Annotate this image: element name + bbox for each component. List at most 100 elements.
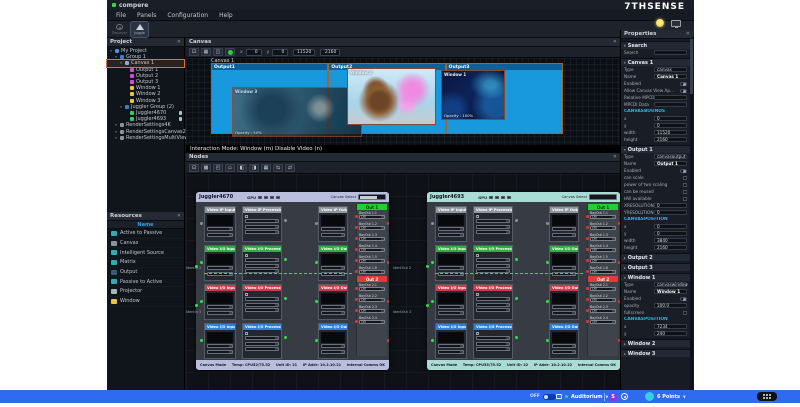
property-field[interactable]: 2160 [654,245,687,250]
property-field[interactable]: 0 [654,203,687,208]
bay-output-dropdown[interactable]: Off [359,215,385,219]
checkbox[interactable] [683,197,687,201]
node-card[interactable]: Video I/O Input [204,323,236,359]
node-card[interactable]: Video I/O Output [549,323,579,359]
dropdown[interactable] [245,342,279,346]
dropdown[interactable] [476,225,510,229]
toggle-switch[interactable] [680,297,687,301]
nodes-panel-tab[interactable]: Nodes ✕ [186,153,620,162]
dropdown[interactable] [245,297,279,301]
property-field[interactable]: Canvas 1 [654,74,687,79]
swap-horizontal-icon[interactable]: ⇆ [273,164,283,172]
resources-name-column-header[interactable]: Name [107,221,184,229]
property-label[interactable]: CANVASBOUNDS [624,109,687,114]
big-grid-icon[interactable]: ▦ [261,164,271,172]
node-card[interactable]: Video I/O Input [435,245,467,281]
project-panel-tab[interactable]: Project ✕ [107,38,184,47]
checkbox[interactable] [476,332,479,335]
contrast-left-icon[interactable]: ◧ [237,164,247,172]
node-card[interactable]: Video I/O Input [204,284,236,320]
small-grid-icon[interactable]: ▫ [225,164,235,172]
dropdown[interactable] [245,225,279,229]
property-section-window-1[interactable]: ▾Window 1 [621,273,690,281]
expander-icon[interactable]: ▾ [119,61,123,65]
toggle-switch[interactable] [680,169,687,173]
property-field[interactable]: 0 [654,224,687,229]
expander-icon[interactable]: ▸ [624,342,626,346]
taskbar-location-group[interactable]: Auditorium ▼ [556,390,608,403]
canvas-select-dropdown[interactable] [358,194,386,200]
dropdown[interactable] [552,266,576,270]
dropdown[interactable] [207,311,233,315]
canvas-window-1[interactable]: Window 1Opacity : 100% [441,70,505,120]
bay-output-dropdown[interactable]: Off [359,320,385,324]
dropdown[interactable] [438,266,464,270]
property-section-output-1[interactable]: ▾Output 1 [621,145,690,153]
property-section-output-2[interactable]: ▸Output 2 [621,253,690,261]
dropdown[interactable] [552,350,576,354]
live-status-icon[interactable] [225,48,235,56]
stream-toggle[interactable] [543,394,556,400]
node-card[interactable]: Video IP Output [318,206,348,242]
toggle-switch[interactable] [680,82,687,86]
checkbox[interactable] [245,332,248,335]
node-card[interactable]: Video IP Input [204,206,236,242]
node-card[interactable]: Video I/O Output [318,284,348,320]
node-card[interactable]: Video IP Input [435,206,467,242]
dropdown[interactable] [245,230,279,234]
resource-item-projector[interactable]: Projector [107,287,184,297]
bay-output-dropdown[interactable]: Off [590,226,616,230]
dropdown[interactable] [552,311,576,315]
dropdown[interactable] [207,233,233,237]
node-card[interactable]: Video I/O Output [549,284,579,320]
dropdown[interactable] [438,305,464,309]
node-card[interactable]: Video I/O Processing [242,245,282,281]
property-field[interactable] [654,50,687,55]
canvas-select-dropdown[interactable] [589,194,617,200]
expander-icon[interactable]: ▾ [114,55,118,59]
checkbox[interactable] [683,311,687,315]
menu-item-configuration[interactable]: Configuration [167,12,208,19]
dropdown[interactable] [245,347,279,351]
property-field[interactable]: 240 [654,331,687,336]
dropdown[interactable] [552,233,576,237]
dropdown[interactable] [321,305,345,309]
property-section-canvas-1[interactable]: ▾Canvas 1 [621,58,690,66]
checkbox[interactable] [476,215,479,218]
expander-icon[interactable]: ▸ [624,352,626,356]
bay-output-dropdown[interactable]: Off [359,298,385,302]
canvas-x-field[interactable]: 0 [246,49,262,56]
dropdown[interactable] [476,347,510,351]
node-card[interactable]: Video I/O Processing [242,284,282,320]
dropdown[interactable] [207,350,233,354]
dropdown[interactable] [476,219,510,223]
nodes-viewport[interactable]: Juggler4670GPUCanvas SelectVideo IP Inpu… [186,174,620,390]
dropdown[interactable] [438,227,464,231]
resource-item-intelligent-source[interactable]: Intelligent Source [107,248,184,258]
property-field[interactable]: 2160 [654,137,687,142]
node-card[interactable]: Video I/O Processing [473,323,513,359]
checkbox[interactable] [683,176,687,180]
bay-output-dropdown[interactable]: Off [590,309,616,313]
menu-item-file[interactable]: File [116,12,126,19]
resource-item-passive-to-active[interactable]: Passive to Active [107,277,184,287]
node-card[interactable]: Video I/O Output [549,245,579,281]
dropdown[interactable] [552,227,576,231]
color-channels-icon[interactable]: ▩ [201,164,211,172]
property-field[interactable]: Output 1 [654,161,687,166]
property-field[interactable]: 0 [654,210,687,215]
checkbox[interactable] [245,254,248,257]
grid-layout-icon[interactable]: ▦ [201,48,211,56]
dropdown[interactable] [321,311,345,315]
dropdown[interactable] [207,266,233,270]
expander-icon[interactable]: ▾ [624,44,626,48]
toggle-switch[interactable] [680,89,687,93]
dropdown[interactable] [245,303,279,307]
gear-icon[interactable] [621,393,628,400]
expander-icon[interactable]: ▾ [119,105,123,109]
dropdown[interactable] [245,308,279,312]
dropdown[interactable] [321,266,345,270]
dropdown[interactable] [476,264,510,268]
canvas-viewport[interactable]: Canvas 1 Output1Output2Output3 Window 3O… [186,58,620,153]
resources-panel-tab[interactable]: Resources ✕ [107,212,184,221]
